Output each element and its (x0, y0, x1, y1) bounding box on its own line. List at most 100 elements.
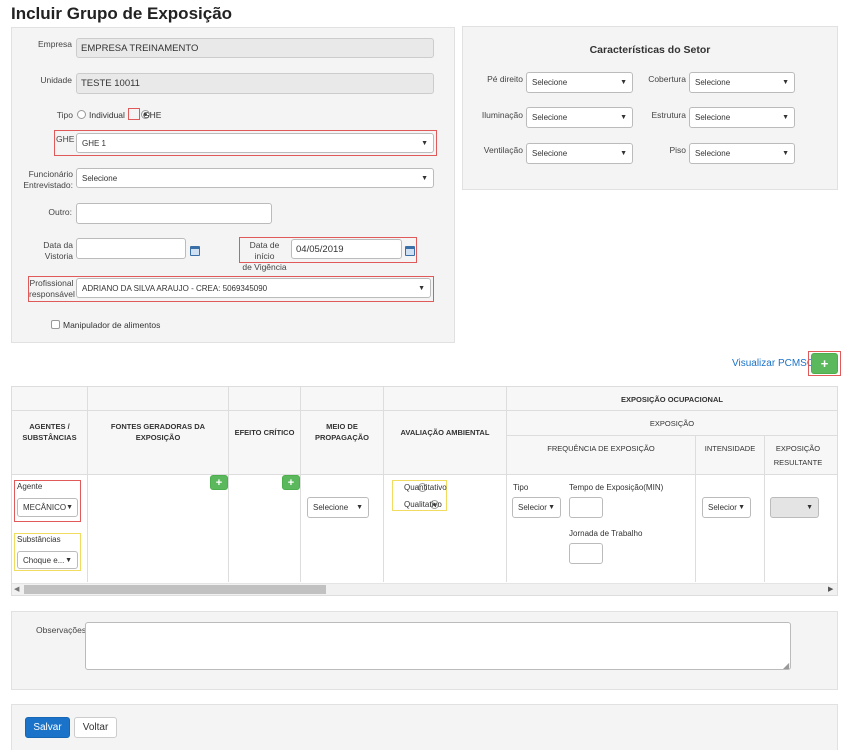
profissional-label-line1: Profissional (29, 278, 74, 288)
chevron-down-icon: ▼ (620, 79, 627, 86)
th-exposicao-ocupacional: EXPOSIÇÃO OCUPACIONAL (507, 388, 837, 410)
chevron-down-icon: ▼ (356, 504, 363, 511)
ventilacao-value: Selecione (532, 149, 568, 158)
salvar-button[interactable]: Salvar (25, 717, 70, 738)
chevron-down-icon: ▼ (782, 79, 789, 86)
quantitativo-label: Quantitativo (404, 483, 447, 492)
unidade-value: TESTE 10011 (81, 78, 140, 89)
tipo-individual-label: Individual (89, 110, 125, 120)
funcionario-label-line1: Funcionário (28, 169, 73, 179)
ventilacao-select[interactable]: Selecione ▼ (526, 143, 633, 164)
th-meio: MEIO DE PROPAGAÇÃO (301, 412, 383, 452)
data-inicio-label-line1: Data de início (249, 240, 280, 261)
th-meio-line2: PROPAGAÇÃO (314, 433, 370, 442)
chevron-down-icon: ▼ (548, 504, 555, 511)
iluminacao-select[interactable]: Selecione ▼ (526, 107, 633, 128)
jornada-label: Jornada de Trabalho (569, 529, 643, 538)
tempo-exposicao-input[interactable] (569, 497, 603, 518)
observacoes-textarea[interactable] (85, 622, 791, 670)
substancias-select[interactable]: Choque e... ▼ (17, 551, 78, 569)
agente-label: Agente (17, 482, 43, 491)
th-agentes-line2: SUBSTÂNCIAS (22, 433, 77, 442)
chevron-down-icon: ▼ (65, 556, 72, 564)
meio-value: Selecione (313, 503, 349, 512)
ghe-select[interactable]: GHE 1 ▼ (76, 133, 434, 153)
chevron-down-icon: ▼ (620, 114, 627, 121)
add-row-button[interactable]: + (811, 353, 838, 374)
pe-direito-label: Pé direito (487, 74, 523, 84)
tipo-col-value: Selecior (518, 503, 547, 512)
piso-value: Selecione (695, 149, 731, 158)
th-efeito: EFEITO CRÍTICO (229, 412, 300, 452)
profissional-label: Profissional responsável (29, 278, 75, 300)
jornada-input[interactable] (569, 543, 603, 564)
th-avaliacao: AVALIAÇÃO AMBIENTAL (384, 412, 506, 452)
chevron-down-icon: ▼ (782, 114, 789, 121)
outro-input[interactable] (76, 203, 272, 224)
ghe-label: GHE (56, 134, 75, 144)
visualizar-pcmso-link[interactable]: Visualizar PCMSO (732, 358, 815, 369)
tipo-label: Tipo (56, 110, 73, 120)
plus-icon: + (215, 476, 223, 489)
form-actions-panel (11, 704, 838, 750)
chevron-down-icon: ▼ (782, 150, 789, 157)
meio-propagacao-select[interactable]: Selecione ▼ (307, 497, 369, 518)
funcionario-label: Funcionário Entrevistado: (22, 169, 73, 191)
th-exposicao: EXPOSIÇÃO (507, 411, 837, 435)
tipo-individual-radio[interactable] (77, 110, 86, 119)
intensidade-value: Selecior (708, 503, 737, 512)
th-meio-line1: MEIO DE (326, 422, 358, 431)
piso-label: Piso (669, 145, 686, 155)
th-exp-result-line1: EXPOSIÇÃO (775, 443, 821, 453)
empresa-field: EMPRESA TREINAMENTO (76, 38, 434, 58)
pe-direito-select[interactable]: Selecione ▼ (526, 72, 633, 93)
funcionario-select[interactable]: Selecione ▼ (76, 168, 434, 188)
plus-icon: + (820, 356, 829, 371)
th-agentes: AGENTES / SUBSTÂNCIAS (12, 412, 87, 452)
voltar-button[interactable]: Voltar (74, 717, 117, 738)
unidade-label: Unidade (40, 75, 72, 85)
add-fonte-button[interactable]: + (210, 475, 228, 490)
intensidade-select[interactable]: Selecior ▼ (702, 497, 751, 518)
chevron-down-icon: ▼ (421, 139, 428, 147)
estrutura-select[interactable]: Selecione ▼ (689, 107, 795, 128)
scrollbar-thumb[interactable] (24, 585, 326, 594)
unidade-field: TESTE 10011 (76, 73, 434, 94)
chevron-down-icon: ▼ (620, 150, 627, 157)
profissional-label-line2: responsável (29, 289, 75, 299)
data-vistoria-label: Data da Vistoria (30, 240, 73, 262)
chevron-down-icon: ▼ (421, 174, 428, 182)
profissional-select[interactable]: ADRIANO DA SILVA ARAUJO - CREA: 50693450… (76, 278, 431, 298)
tipo-col-label: Tipo (513, 483, 529, 492)
th-exposicao-resultante: EXPOSIÇÃO RESULTANTE (765, 438, 831, 472)
qualitativo-label: Qualitativo (404, 500, 442, 509)
exposicao-resultante-select: ▼ (770, 497, 819, 518)
substancias-label: Substâncias (17, 535, 61, 544)
scroll-left-arrow-icon[interactable]: ◀ (14, 585, 19, 593)
tipo-ghe-highlight (128, 108, 140, 120)
data-inicio-label-line2: de Vigência (242, 262, 287, 272)
th-agentes-line1: AGENTES / (29, 422, 70, 431)
agente-select[interactable]: MECÂNICO ▼ (17, 498, 78, 517)
cobertura-select[interactable]: Selecione ▼ (689, 72, 795, 93)
scroll-right-arrow-icon[interactable]: ▶ (828, 585, 833, 593)
resize-handle-icon[interactable]: ◢ (783, 661, 789, 670)
tipo-ghe-label: GHE (143, 110, 162, 120)
iluminacao-value: Selecione (532, 113, 568, 122)
calendar-icon[interactable] (190, 246, 200, 256)
manipulador-checkbox[interactable] (51, 320, 60, 329)
profissional-value: ADRIANO DA SILVA ARAUJO - CREA: 50693450… (82, 283, 268, 293)
th-fontes: FONTES GERADORAS DA EXPOSIÇÃO (88, 412, 228, 452)
data-vistoria-input[interactable] (76, 238, 186, 259)
funcionario-value: Selecione (82, 173, 118, 183)
add-efeito-button[interactable]: + (282, 475, 300, 490)
calendar-icon[interactable] (405, 246, 415, 256)
piso-select[interactable]: Selecione ▼ (689, 143, 795, 164)
manipulador-label: Manipulador de alimentos (63, 320, 161, 330)
agente-value: MECÂNICO (23, 503, 67, 512)
data-vistoria-label-line2: Vistoria (44, 251, 73, 261)
substancias-value: Choque e... (23, 555, 65, 565)
chevron-down-icon: ▼ (66, 504, 74, 511)
data-inicio-input[interactable]: 04/05/2019 (291, 239, 402, 259)
tipo-col-select[interactable]: Selecior ▼ (512, 497, 561, 518)
